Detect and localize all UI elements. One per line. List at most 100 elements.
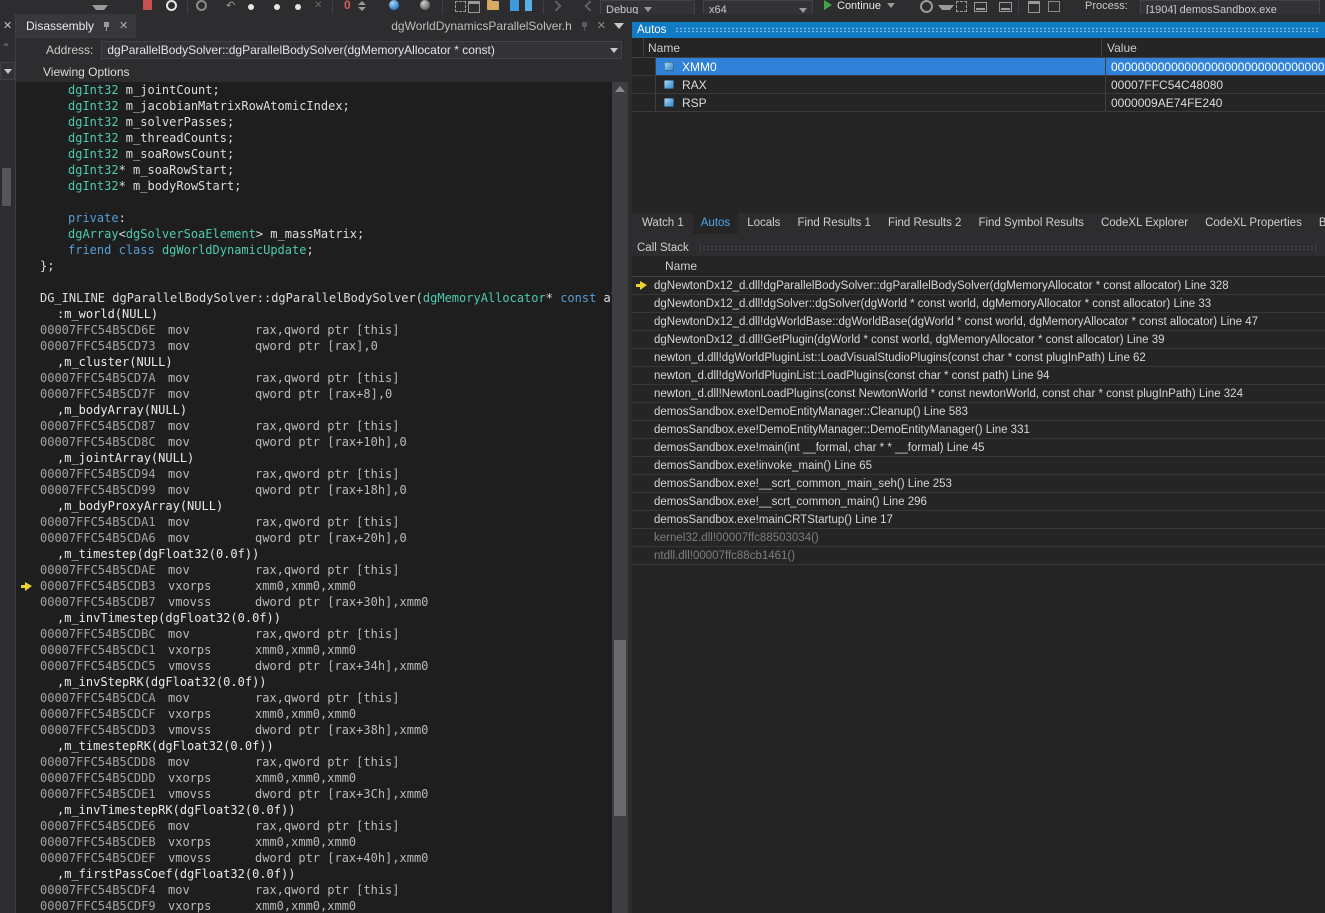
call-stack-frame[interactable]: dgNewtonDx12_d.dll!dgParallelBodySolver:… [632, 277, 1325, 295]
close-icon[interactable]: ✕ [119, 21, 128, 32]
source-line[interactable]: ,m_invTimestep(dgFloat32(0.0f)) [16, 610, 612, 626]
breakpoint-gutter[interactable] [16, 818, 40, 834]
step-over-icon[interactable] [274, 4, 280, 10]
breakpoint-gutter[interactable] [16, 898, 40, 913]
breakpoint-gutter[interactable] [16, 738, 40, 754]
breakpoint-gutter[interactable] [16, 210, 40, 226]
tab-document[interactable]: dgWorldDynamicsParallelSolver.h ✕ [391, 14, 628, 38]
dashed-box-icon[interactable] [455, 1, 466, 12]
breakpoint-gutter[interactable] [16, 338, 40, 354]
call-stack-frame[interactable]: demosSandbox.exe!mainCRTStartup() Line 1… [632, 511, 1325, 529]
call-stack-frame[interactable]: newton_d.dll!dgWorldPluginList::LoadVisu… [632, 349, 1325, 367]
disassembly-line[interactable]: 00007FFC54B5CDEBvxorpsxmm0,xmm0,xmm0 [16, 834, 612, 850]
breakpoint-gutter[interactable] [16, 642, 40, 658]
breakpoint-gutter[interactable] [16, 242, 40, 258]
rail-scrollbar-thumb[interactable] [2, 168, 11, 206]
breakpoint-gutter[interactable] [16, 274, 40, 290]
source-line[interactable]: dgArray<dgSolverSoaElement> m_massMatrix… [16, 226, 612, 242]
breakpoint-gutter[interactable] [16, 114, 40, 130]
disassembly-line[interactable]: 00007FFC54B5CDB3vxorpsxmm0,xmm0,xmm0 [16, 578, 612, 594]
call-stack-frame[interactable]: dgNewtonDx12_d.dll!dgSolver::dgSolver(dg… [632, 295, 1325, 313]
pin-icon[interactable] [102, 21, 111, 31]
address-combo[interactable]: dgParallelBodySolver::dgParallelBodySolv… [101, 41, 622, 59]
source-line[interactable]: dgInt32* m_soaRowStart; [16, 162, 612, 178]
spin-arrows-icon[interactable] [358, 1, 366, 11]
pin-icon[interactable] [580, 21, 589, 31]
call-stack-frame[interactable]: demosSandbox.exe!DemoEntityManager::Clea… [632, 403, 1325, 421]
platform-combo[interactable]: x64 [703, 0, 813, 15]
source-line[interactable]: private: [16, 210, 612, 226]
call-stack-frame[interactable]: dgNewtonDx12_d.dll!dgWorldBase::dgWorldB… [632, 313, 1325, 331]
disassembly-line[interactable]: 00007FFC54B5CDAEmovrax,qword ptr [this] [16, 562, 612, 578]
breakpoint-gutter[interactable] [16, 82, 40, 98]
chevron-down-icon[interactable] [614, 23, 624, 29]
source-line[interactable]: ,m_jointArray(NULL) [16, 450, 612, 466]
disassembly-line[interactable]: 00007FFC54B5CDB7vmovssdword ptr [rax+30h… [16, 594, 612, 610]
breakpoint-gutter[interactable] [16, 482, 40, 498]
memory-icon[interactable] [974, 2, 987, 12]
settings-icon[interactable] [920, 0, 933, 13]
blue-file2-icon[interactable] [525, 0, 532, 11]
breakpoint-gutter[interactable] [16, 866, 40, 882]
autos-row[interactable]: RAX00007FFC54C48080 [632, 76, 1325, 94]
dropdown-grip-icon[interactable] [938, 5, 954, 14]
autos-row[interactable]: XMM000000000000000000000000000000000 [632, 58, 1325, 76]
chevron-right-icon[interactable] [550, 0, 561, 11]
call-stack-title-bar[interactable]: Call Stack [632, 240, 1325, 256]
breakpoint-gutter[interactable] [16, 146, 40, 162]
breakpoint-zero-badge[interactable]: 0 [344, 0, 356, 11]
source-line[interactable]: friend class dgWorldDynamicUpdate; [16, 242, 612, 258]
disassembly-line[interactable]: 00007FFC54B5CD6Emovrax,qword ptr [this] [16, 322, 612, 338]
disassembly-line[interactable]: 00007FFC54B5CDE1vmovssdword ptr [rax+3Ch… [16, 786, 612, 802]
breakpoint-gutter[interactable] [16, 466, 40, 482]
vertical-scrollbar[interactable] [612, 82, 628, 913]
disassembly-line[interactable]: 00007FFC54B5CD8Cmovqword ptr [rax+10h],0 [16, 434, 612, 450]
call-stack-frame[interactable]: demosSandbox.exe!main(int __formal, char… [632, 439, 1325, 457]
breakpoint-gutter[interactable] [16, 658, 40, 674]
breakpoint-gutter[interactable] [16, 178, 40, 194]
memory2-icon[interactable] [999, 2, 1012, 12]
folder-icon[interactable] [487, 1, 499, 10]
source-line[interactable]: dgInt32 m_threadCounts; [16, 130, 612, 146]
source-line[interactable]: ,m_timestep(dgFloat32(0.0f)) [16, 546, 612, 562]
source-line[interactable]: ,m_bodyArray(NULL) [16, 402, 612, 418]
breakpoint-gutter[interactable] [16, 834, 40, 850]
disassembly-code-view[interactable]: dgInt32 m_jointCount;dgInt32 m_jacobianM… [16, 82, 628, 913]
source-line[interactable]: ,m_firstPassCoef(dgFloat32(0.0f)) [16, 866, 612, 882]
breakpoint-gutter[interactable] [16, 786, 40, 802]
breakpoint-gutter[interactable] [16, 802, 40, 818]
disassembly-line[interactable]: 00007FFC54B5CDEFvmovssdword ptr [rax+40h… [16, 850, 612, 866]
close-icon[interactable]: ✕ [597, 21, 606, 32]
breakpoint-gutter[interactable] [16, 306, 40, 322]
continue-button[interactable]: Continue [824, 0, 895, 14]
source-line[interactable]: ,m_cluster(NULL) [16, 354, 612, 370]
breakpoint-gutter[interactable] [16, 562, 40, 578]
chevron-left-icon[interactable] [584, 0, 595, 11]
source-line[interactable]: DG_INLINE dgParallelBodySolver::dgParall… [16, 290, 612, 306]
close-icon[interactable]: ✕ [3, 19, 12, 32]
panel-tab-codexl-properties[interactable]: CodeXL Properties [1197, 213, 1310, 234]
breakpoint-gutter[interactable] [16, 594, 40, 610]
disassembly-line[interactable]: 00007FFC54B5CD99movqword ptr [rax+18h],0 [16, 482, 612, 498]
source-line[interactable]: dgInt32* m_bodyRowStart; [16, 178, 612, 194]
breakpoint-gutter[interactable] [16, 770, 40, 786]
panel-tab-codexl-explorer[interactable]: CodeXL Explorer [1093, 213, 1196, 234]
panel-tab-breakpoints[interactable]: Breakpoints [1311, 213, 1325, 234]
dashed-box-icon[interactable] [956, 1, 967, 12]
disassembly-line[interactable]: 00007FFC54B5CDF4movrax,qword ptr [this] [16, 882, 612, 898]
dropdown-grip-icon[interactable] [92, 5, 108, 14]
panel-tab-locals[interactable]: Locals [739, 213, 788, 234]
source-line[interactable]: ,m_invTimestepRK(dgFloat32(0.0f)) [16, 802, 612, 818]
disassembly-line[interactable]: 00007FFC54B5CD94movrax,qword ptr [this] [16, 466, 612, 482]
disassembly-line[interactable]: 00007FFC54B5CD7Amovrax,qword ptr [this] [16, 370, 612, 386]
disassembly-line[interactable]: 00007FFC54B5CDA1movrax,qword ptr [this] [16, 514, 612, 530]
source-line[interactable]: ,m_timestepRK(dgFloat32(0.0f)) [16, 738, 612, 754]
call-stack-frame[interactable]: dgNewtonDx12_d.dll!GetPlugin(dgWorld * c… [632, 331, 1325, 349]
call-stack-frame[interactable]: kernel32.dll!00007ffc88503034() [632, 529, 1325, 547]
panel-tab-find-symbol-results[interactable]: Find Symbol Results [970, 213, 1091, 234]
scroll-up-arrow-icon[interactable] [615, 86, 625, 92]
breakpoint-gutter[interactable] [16, 450, 40, 466]
source-line[interactable]: ,m_bodyProxyArray(NULL) [16, 498, 612, 514]
undo-arrow-icon[interactable]: ↶ [226, 0, 238, 12]
breakpoint-gutter[interactable] [16, 418, 40, 434]
